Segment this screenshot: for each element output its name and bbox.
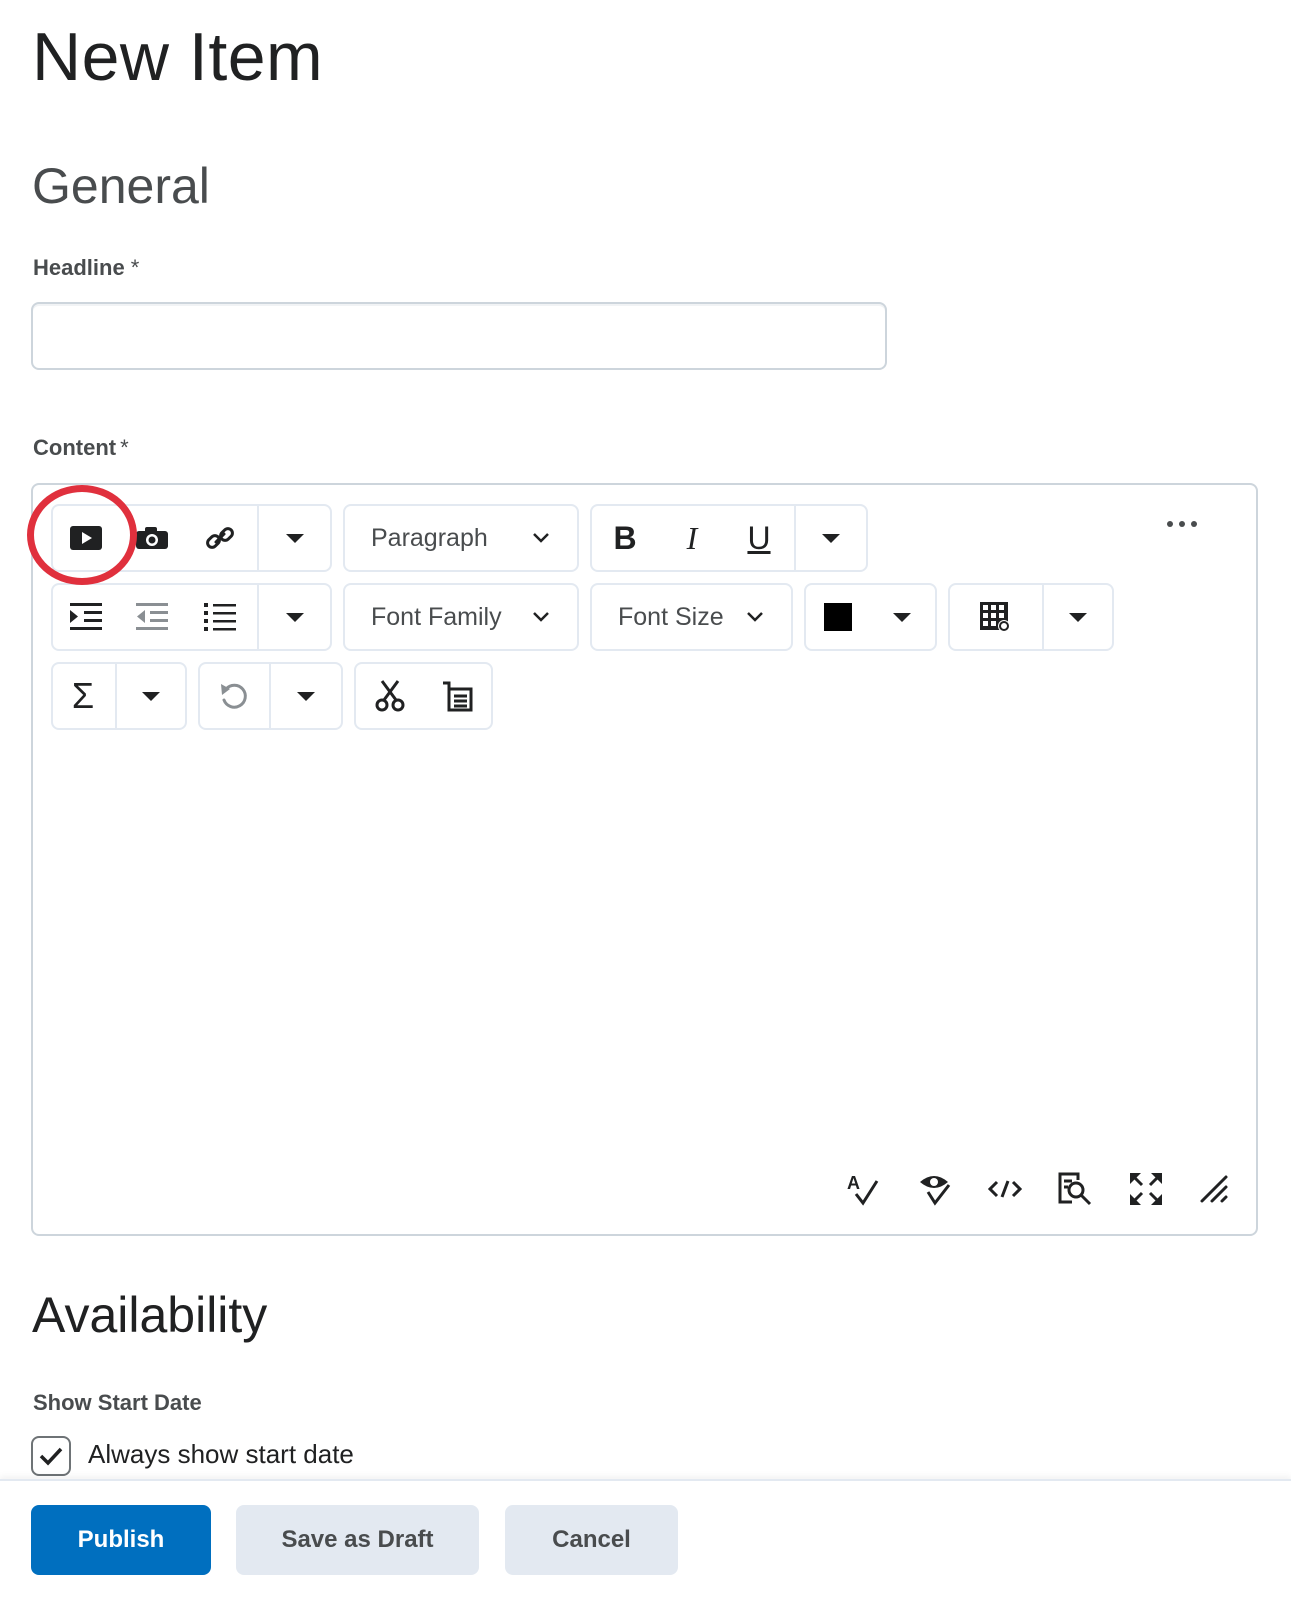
checkmark-icon <box>39 1447 63 1466</box>
text-color-swatch-button[interactable] <box>806 585 870 649</box>
content-label: Content * <box>33 435 129 461</box>
svg-text:A: A <box>847 1173 860 1193</box>
text-color-picker[interactable] <box>804 583 937 651</box>
font-family-value: Font Family <box>371 602 502 631</box>
bullet-list-icon <box>204 603 236 631</box>
headline-label: Headline * <box>33 255 139 281</box>
accessibility-checker-button[interactable] <box>917 1171 953 1207</box>
indent-icon <box>70 603 102 630</box>
chevron-down-icon <box>747 612 763 622</box>
undo-button[interactable] <box>200 664 268 728</box>
headline-label-text: Headline <box>33 255 125 280</box>
text-style-dropdown[interactable] <box>796 506 866 570</box>
dropdown-caret-icon <box>285 533 304 543</box>
dropdown-caret-icon <box>893 612 911 622</box>
table-toolbar-group <box>948 583 1114 651</box>
availability-section-title: Availability <box>32 1287 268 1343</box>
outdent-icon <box>136 603 168 630</box>
dropdown-caret-icon <box>285 612 304 622</box>
table-more-dropdown[interactable] <box>1044 585 1112 649</box>
highlight-ring <box>27 485 137 585</box>
show-start-date-label: Show Start Date <box>33 1390 202 1415</box>
text-style-group: B I U <box>590 504 868 572</box>
resize-handle[interactable] <box>1196 1171 1232 1207</box>
fullscreen-icon <box>1130 1173 1162 1205</box>
dropdown-caret-icon <box>297 691 315 701</box>
cut-icon <box>375 680 405 712</box>
insert-table-button[interactable] <box>950 585 1040 649</box>
spellcheck-button[interactable]: A <box>845 1171 881 1207</box>
bold-button[interactable]: B <box>592 506 658 570</box>
fullscreen-button[interactable] <box>1128 1171 1164 1207</box>
paste-button[interactable] <box>424 664 490 728</box>
source-code-icon <box>988 1180 1022 1198</box>
headline-input[interactable] <box>31 302 887 370</box>
insert-more-dropdown[interactable] <box>259 506 330 570</box>
bullet-list-button[interactable] <box>185 585 255 649</box>
always-show-start-checkbox[interactable] <box>31 1436 71 1476</box>
required-marker: * <box>120 435 129 460</box>
clipboard-toolbar-group <box>354 662 493 730</box>
save-as-draft-button[interactable]: Save as Draft <box>236 1505 479 1575</box>
font-family-select[interactable]: Font Family <box>343 583 579 651</box>
paragraph-format-value: Paragraph <box>371 523 488 552</box>
cancel-button[interactable]: Cancel <box>505 1505 678 1575</box>
undo-toolbar-group <box>198 662 343 730</box>
font-size-select[interactable]: Font Size <box>590 583 793 651</box>
always-show-start-label: Always show start date <box>88 1439 354 1469</box>
equation-button[interactable]: Σ <box>53 664 113 728</box>
preview-button[interactable] <box>1057 1171 1093 1207</box>
paste-icon <box>443 681 473 712</box>
more-actions-button[interactable] <box>1167 521 1197 527</box>
dropdown-caret-icon <box>1069 612 1087 622</box>
underline-button[interactable]: U <box>726 506 792 570</box>
preview-icon <box>1058 1172 1092 1206</box>
resize-handle-icon <box>1200 1175 1228 1203</box>
list-toolbar-group <box>51 583 332 651</box>
insert-image-icon <box>136 527 168 549</box>
italic-button[interactable]: I <box>658 506 726 570</box>
chevron-down-icon <box>533 612 549 622</box>
dropdown-caret-icon <box>142 691 160 701</box>
equation-more-dropdown[interactable] <box>117 664 185 728</box>
equation-toolbar-group: Σ <box>51 662 187 730</box>
insert-link-icon <box>206 527 234 549</box>
undo-icon <box>221 683 247 709</box>
table-icon <box>980 602 1010 632</box>
undo-more-dropdown[interactable] <box>271 664 341 728</box>
publish-button[interactable]: Publish <box>31 1505 211 1575</box>
chevron-down-icon <box>533 533 549 543</box>
dropdown-caret-icon <box>822 533 840 543</box>
insert-link-button[interactable] <box>185 506 255 570</box>
list-more-dropdown[interactable] <box>259 585 330 649</box>
cut-button[interactable] <box>356 664 424 728</box>
content-label-text: Content <box>33 435 117 460</box>
text-color-dropdown[interactable] <box>870 585 934 649</box>
required-marker: * <box>130 255 140 280</box>
outdent-button[interactable] <box>119 585 185 649</box>
paragraph-format-select[interactable]: Paragraph <box>343 504 579 572</box>
indent-button[interactable] <box>53 585 119 649</box>
accessibility-checker-icon <box>920 1176 951 1206</box>
more-actions-icon <box>1167 521 1173 527</box>
general-section-title: General <box>32 158 210 214</box>
font-size-value: Font Size <box>618 602 724 631</box>
page-title: New Item <box>32 19 324 95</box>
text-color-swatch <box>824 603 852 631</box>
spellcheck-icon: A <box>847 1173 879 1206</box>
source-code-button[interactable] <box>987 1171 1023 1207</box>
